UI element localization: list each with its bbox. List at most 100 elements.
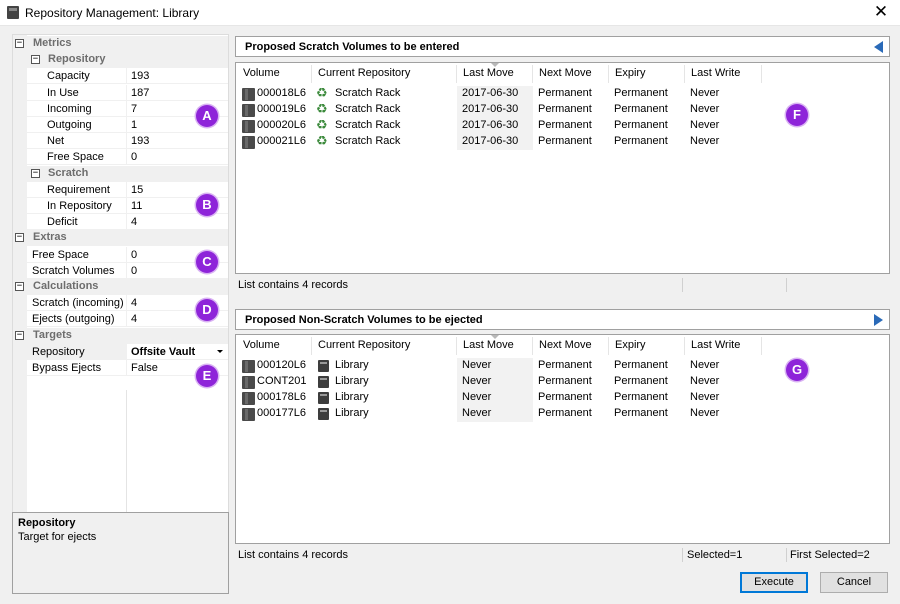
property-value[interactable]: False	[131, 362, 158, 374]
category-targets[interactable]: − Targets	[13, 327, 228, 344]
list-header: Volume Current Repository Last Move Next Mo…	[236, 335, 889, 355]
category-calculations[interactable]: − Calculations	[13, 279, 228, 295]
column-header-next-move[interactable]: Next Move	[533, 63, 592, 83]
property-value[interactable]: 1	[131, 119, 137, 131]
table-row[interactable]: ♻ 000018L6 Scratch Rack 2017-06-30 Permanent…	[236, 86, 836, 102]
cell-volume: 000020L6	[257, 119, 306, 131]
property-value[interactable]: 7	[131, 103, 137, 115]
property-capacity[interactable]: Capacity 193	[13, 68, 228, 85]
category-metrics[interactable]: − Metrics	[13, 36, 228, 52]
cell-divider	[126, 246, 127, 263]
cell-divider	[126, 295, 127, 312]
table-row[interactable]: 000120L6 Library Never Permanent Permanent Ne…	[236, 358, 836, 374]
table-row[interactable]: ♻ 000020L6 Scratch Rack 2017-06-30 Permanent…	[236, 118, 836, 134]
property-value[interactable]: 0	[131, 151, 137, 163]
column-header-expiry[interactable]: Expiry	[609, 63, 646, 83]
property-label: In Repository	[47, 200, 112, 212]
column-header-current-repository[interactable]: Current Repository	[312, 63, 410, 83]
table-row[interactable]: ♻ 000019L6 Scratch Rack 2017-06-30 Permanent…	[236, 102, 836, 118]
property-value[interactable]: 0	[131, 265, 137, 277]
cell-divider	[126, 262, 127, 279]
property-value[interactable]: 4	[131, 297, 137, 309]
recycle-icon: ♻	[316, 102, 328, 117]
collapse-icon[interactable]: −	[15, 282, 24, 291]
scratch-panel-header[interactable]: Proposed Scratch Volumes to be entered	[235, 36, 890, 57]
dropdown-arrow-icon[interactable]	[217, 349, 223, 353]
close-icon[interactable]: ✕	[870, 2, 892, 22]
collapse-icon[interactable]: −	[15, 39, 24, 48]
column-divider[interactable]	[761, 337, 762, 355]
property-label: In Use	[47, 86, 79, 99]
cell-volume: 000120L6	[257, 359, 306, 371]
property-value[interactable]: 0	[131, 249, 137, 261]
list-header: Volume Current Repository Last Move Next Mo…	[236, 63, 889, 83]
callout-badge-c: C	[196, 251, 218, 273]
title-bar: Repository Management: Library ✕	[0, 0, 900, 26]
property-requirement[interactable]: Requirement 15	[13, 181, 228, 198]
column-divider[interactable]	[761, 65, 762, 83]
table-row[interactable]: 000177L6 Library Never Permanent Permanent Ne…	[236, 406, 836, 422]
collapse-icon[interactable]: −	[31, 168, 40, 178]
property-label: Free Space	[32, 248, 89, 261]
property-label: Free Space	[47, 151, 104, 164]
property-deficit[interactable]: Deficit 4	[13, 214, 228, 231]
eject-panel-header[interactable]: Proposed Non-Scratch Volumes to be eject…	[235, 309, 890, 330]
column-header-next-move[interactable]: Next Move	[533, 335, 592, 355]
cell-divider	[126, 149, 127, 166]
cell-next-move: Permanent	[538, 119, 592, 131]
column-header-last-move[interactable]: Last Move	[457, 335, 514, 355]
property-free-space[interactable]: Free Space 0	[13, 149, 228, 166]
cell-repository: Scratch Rack	[335, 87, 401, 99]
property-net[interactable]: Net 193	[13, 133, 228, 150]
property-in-use[interactable]: In Use 187	[13, 84, 228, 101]
cell-last-write: Never	[690, 135, 720, 147]
column-header-last-write[interactable]: Last Write	[685, 63, 740, 83]
eject-panel-title: Proposed Non-Scratch Volumes to be eject…	[245, 314, 483, 326]
scratch-volume-list[interactable]: Volume Current Repository Last Move Next Mo…	[235, 62, 890, 274]
category-repository[interactable]: − Repository	[13, 52, 228, 69]
status-divider	[786, 278, 787, 292]
collapse-icon[interactable]: −	[31, 55, 40, 65]
cell-volume: 000178L6	[257, 391, 306, 403]
cell-last-move: 2017-06-30	[462, 103, 519, 115]
column-header-current-repository[interactable]: Current Repository	[312, 335, 410, 355]
collapse-left-arrow-icon[interactable]	[874, 41, 883, 53]
column-header-expiry[interactable]: Expiry	[609, 335, 646, 355]
category-scratch[interactable]: − Scratch	[13, 165, 228, 182]
collapse-icon[interactable]: −	[15, 233, 24, 243]
column-header-volume[interactable]: Volume	[237, 63, 280, 83]
property-value[interactable]: Offsite Vault	[131, 346, 195, 358]
tape-volume-icon	[242, 408, 255, 421]
cell-repository: Scratch Rack	[335, 135, 401, 147]
status-divider	[682, 548, 683, 562]
property-value[interactable]: 4	[131, 216, 137, 228]
cell-last-write: Never	[690, 359, 720, 371]
property-value[interactable]: 193	[131, 135, 149, 147]
tape-volume-icon	[242, 376, 255, 389]
table-row[interactable]: ♻ 000021L6 Scratch Rack 2017-06-30 Permanent…	[236, 134, 836, 150]
property-repository[interactable]: Repository Offsite Vault	[13, 343, 228, 360]
expand-right-arrow-icon[interactable]	[874, 314, 883, 326]
execute-button[interactable]: Execute	[740, 572, 808, 593]
collapse-icon[interactable]: −	[15, 330, 24, 340]
column-header-volume[interactable]: Volume	[237, 335, 280, 355]
property-value[interactable]: 4	[131, 313, 137, 325]
selected-count: Selected=1	[687, 549, 743, 561]
table-row[interactable]: CONT201 Library Never Permanent Permanent Nev…	[236, 374, 836, 390]
property-value[interactable]: 187	[131, 87, 149, 99]
callout-badge-d: D	[196, 299, 218, 321]
cell-next-move: Permanent	[538, 391, 592, 403]
table-row[interactable]: 000178L6 Library Never Permanent Permanent Ne…	[236, 390, 836, 406]
tape-volume-icon	[242, 392, 255, 405]
property-grid[interactable]: − Metrics − Repository Capacity 193 In Use 187 I…	[12, 34, 229, 534]
property-value[interactable]: 11	[131, 200, 142, 212]
status-divider	[786, 548, 787, 562]
cancel-button[interactable]: Cancel	[820, 572, 888, 593]
category-extras[interactable]: − Extras	[13, 230, 228, 247]
column-header-last-move[interactable]: Last Move	[457, 63, 514, 83]
callout-badge-b: B	[196, 194, 218, 216]
property-value[interactable]: 193	[131, 70, 149, 82]
callout-badge-g: G	[786, 359, 808, 381]
property-value[interactable]: 15	[131, 184, 143, 196]
column-header-last-write[interactable]: Last Write	[685, 335, 740, 355]
